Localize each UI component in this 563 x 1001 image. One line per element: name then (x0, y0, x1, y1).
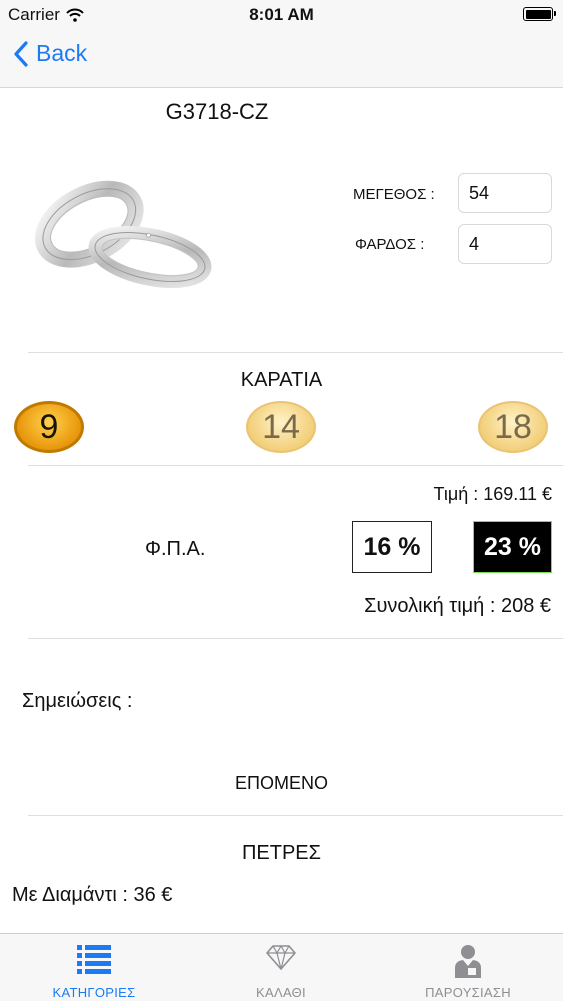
tab-cart[interactable]: ΚΑΛΑΘΙ (211, 934, 351, 1001)
vat-16-button[interactable]: 16 % (352, 521, 432, 573)
total-price-label: Συνολική τιμή : 208 € (364, 595, 551, 617)
divider (28, 465, 563, 466)
vat-label: Φ.Π.Α. (145, 538, 206, 560)
battery-icon (523, 7, 556, 21)
diamond-option[interactable]: Με Διαμάντι : 36 € (12, 884, 172, 907)
karat-18-button[interactable]: 18 (478, 401, 548, 453)
karat-9-button[interactable]: 9 (14, 401, 84, 453)
tab-label: ΚΑΤΗΓΟΡΙΕΣ (52, 985, 136, 1000)
status-bar: Carrier 8:01 AM (0, 0, 563, 28)
divider (28, 815, 563, 816)
vat-23-button[interactable]: 23 % (473, 521, 552, 573)
presenter-icon (455, 945, 481, 978)
divider (28, 352, 563, 353)
width-input[interactable] (458, 224, 552, 264)
back-button[interactable]: Back (14, 40, 87, 67)
status-time: 8:01 AM (249, 5, 314, 24)
diamond-icon (266, 945, 296, 970)
tab-categories[interactable]: ΚΑΤΗΓΟΡΙΕΣ (24, 934, 164, 1001)
karat-14-button[interactable]: 14 (246, 401, 316, 453)
karats-title: ΚΑΡΑΤΙΑ (240, 369, 323, 391)
stones-title: ΠΕΤΡΕΣ (241, 842, 322, 864)
chevron-left-icon (14, 40, 28, 67)
list-icon (77, 945, 111, 974)
width-label: ΦΑΡΔΟΣ : (355, 236, 425, 253)
next-button[interactable]: ΕΠΟΜΕΝΟ (0, 773, 563, 794)
product-image (34, 180, 212, 288)
size-label: ΜΕΓΕΘΟΣ : (353, 186, 435, 203)
nav-bar: Back (0, 28, 563, 88)
notes-label[interactable]: Σημειώσεις : (22, 690, 132, 713)
tab-presentation[interactable]: ΠΑΡΟΥΣΙΑΣΗ (398, 934, 538, 1001)
tab-label: ΚΑΛΑΘΙ (256, 985, 306, 1000)
tab-label: ΠΑΡΟΥΣΙΑΣΗ (425, 985, 511, 1000)
back-label: Back (36, 40, 88, 66)
divider (28, 638, 563, 639)
size-input[interactable] (458, 173, 552, 213)
price-label: Τιμή : 169.11 € (433, 484, 552, 504)
tab-bar: ΚΑΤΗΓΟΡΙΕΣ ΚΑΛΑΘΙ ΠΑΡΟΥΣΙΑΣΗ (0, 933, 563, 1001)
product-code: G3718-CZ (165, 99, 269, 124)
